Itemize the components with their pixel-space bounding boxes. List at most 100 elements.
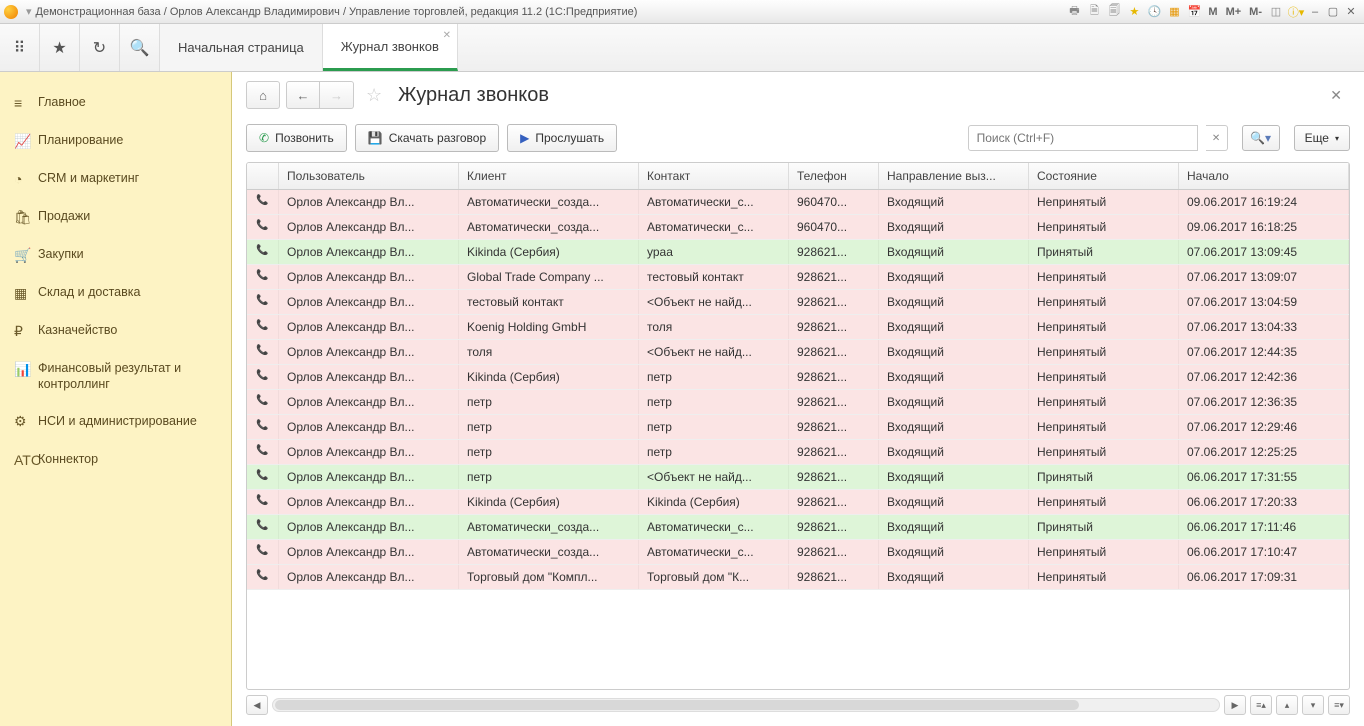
back-button[interactable]: ← [286,81,320,109]
col-start[interactable]: Начало [1179,163,1349,189]
panel-icon[interactable]: ◫ [1268,4,1284,20]
print-icon[interactable]: 🖶 [1066,4,1082,20]
table-row[interactable]: 📞Орлов Александр Вл...Kikinda (Сербия)Ki… [247,490,1349,515]
tab-call-log[interactable]: Журнал звонков ✕ [323,24,458,71]
close-page-button[interactable]: ✕ [1322,83,1350,108]
table-row[interactable]: 📞Орлов Александр Вл...петрпетр928621...В… [247,440,1349,465]
table-row[interactable]: 📞Орлов Александр Вл...Kikinda (Сербия)ур… [247,240,1349,265]
table-row[interactable]: 📞Орлов Александр Вл...толя<Объект не най… [247,340,1349,365]
col-user[interactable]: Пользователь [279,163,459,189]
lookup-button[interactable]: 🔍▾ [1242,125,1280,151]
table-footer: ◀ ▶ ≡▴ ▴ ▾ ≡▾ [246,694,1350,716]
cell-client: Автоматически_созда... [459,515,639,539]
sidebar-item-8[interactable]: ⚙НСИ и администрирование [0,403,231,441]
col-contact[interactable]: Контакт [639,163,789,189]
table-body[interactable]: 📞Орлов Александр Вл...Автоматически_созд… [247,190,1349,689]
cell-start: 07.06.2017 12:44:35 [1179,340,1349,364]
sidebar-item-5[interactable]: ▦Склад и доставка [0,274,231,312]
copy-icon[interactable]: 🗐 [1106,4,1122,20]
clock-icon[interactable]: 🕓 [1146,4,1162,20]
sidebar-item-2[interactable]: ◔CRM и маркетинг [0,160,231,198]
table-row[interactable]: 📞Орлов Александр Вл...Автоматически_созд… [247,190,1349,215]
search-input[interactable] [968,125,1198,151]
button-label: Скачать разговор [389,131,486,145]
scroll-right-button[interactable]: ▶ [1224,695,1246,715]
table-row[interactable]: 📞Орлов Александр Вл...Автоматически_созд… [247,215,1349,240]
download-button[interactable]: 💾 Скачать разговор [355,124,499,152]
cell-state: Принятый [1029,240,1179,264]
table-row[interactable]: 📞Орлов Александр Вл...Global Trade Compa… [247,265,1349,290]
more-button[interactable]: Еще ▾ [1294,125,1350,151]
scroll-top-button[interactable]: ≡▴ [1250,695,1272,715]
maximize-button[interactable]: ▢ [1324,5,1342,18]
favorite-icon[interactable]: ★ [40,24,80,71]
table-row[interactable]: 📞Орлов Александр Вл...петрпетр928621...В… [247,415,1349,440]
phone-icon: ✆ [259,131,269,145]
table-row[interactable]: 📞Орлов Александр Вл...тестовый контакт<О… [247,290,1349,315]
table-row[interactable]: 📞Орлов Александр Вл...Торговый дом "Комп… [247,565,1349,590]
sidebar-label: Финансовый результат и контроллинг [38,360,217,393]
cell-state: Непринятый [1029,315,1179,339]
mem-m[interactable]: M [1204,6,1221,18]
cell-state: Непринятый [1029,365,1179,389]
sidebar-item-7[interactable]: 📊Финансовый результат и контроллинг [0,350,231,403]
col-icon[interactable] [247,163,279,189]
table-row[interactable]: 📞Орлов Александр Вл...Kikinda (Сербия)пе… [247,365,1349,390]
sidebar-label: CRM и маркетинг [38,170,139,186]
col-direction[interactable]: Направление выз... [879,163,1029,189]
cell-start: 07.06.2017 13:09:45 [1179,240,1349,264]
search-clear-button[interactable]: ✕ [1206,125,1228,151]
search-field[interactable] [977,131,1189,145]
sidebar-item-0[interactable]: ≡Главное [0,84,231,122]
cell-user: Орлов Александр Вл... [279,340,459,364]
hscrollbar[interactable] [272,698,1220,712]
call-button[interactable]: ✆ Позвонить [246,124,347,152]
table-row[interactable]: 📞Орлов Александр Вл...Автоматически_созд… [247,515,1349,540]
doc-icon[interactable]: 🗎 [1086,4,1102,20]
scroll-up-button[interactable]: ▴ [1276,695,1298,715]
dropdown-icon[interactable]: ▾ [26,5,32,18]
cell-contact: Автоматически_с... [639,215,789,239]
calendar-icon[interactable]: 📅 [1186,4,1202,20]
col-phone[interactable]: Телефон [789,163,879,189]
sidebar-label: Главное [38,94,86,110]
minimize-button[interactable]: – [1306,6,1324,18]
scroll-left-button[interactable]: ◀ [246,695,268,715]
sidebar-item-9[interactable]: ATCКоннектор [0,441,231,479]
sidebar-item-6[interactable]: ₽Казначейство [0,312,231,350]
tab-home[interactable]: Начальная страница [160,24,323,71]
home-button[interactable]: ⌂ [246,81,280,109]
cell-client: Автоматически_созда... [459,215,639,239]
table-row[interactable]: 📞Орлов Александр Вл...петр<Объект не най… [247,465,1349,490]
table-row[interactable]: 📞Орлов Александр Вл...петрпетр928621...В… [247,390,1349,415]
sidebar-item-1[interactable]: 📈Планирование [0,122,231,160]
star-icon[interactable]: ★ [1126,4,1142,20]
cell-phone: 928621... [789,415,879,439]
cell-contact: Торговый дом "К... [639,565,789,589]
close-button[interactable]: ✕ [1342,5,1360,18]
search-icon[interactable]: 🔍 [120,24,160,71]
cell-contact: Kikinda (Сербия) [639,490,789,514]
scroll-down-button[interactable]: ▾ [1302,695,1324,715]
sidebar-item-4[interactable]: 🛒Закупки [0,236,231,274]
listen-button[interactable]: ▶ Прослушать [507,124,617,152]
close-icon[interactable]: ✕ [443,30,451,41]
mem-mminus[interactable]: M- [1245,6,1266,18]
sidebar-item-3[interactable]: 🛍Продажи [0,198,231,236]
cell-client: петр [459,465,639,489]
table-row[interactable]: 📞Орлов Александр Вл...Koenig Holding Gmb… [247,315,1349,340]
col-state[interactable]: Состояние [1029,163,1179,189]
scroll-bottom-button[interactable]: ≡▾ [1328,695,1350,715]
mem-mplus[interactable]: M+ [1222,6,1246,18]
calc-icon[interactable]: ▦ [1166,4,1182,20]
col-client[interactable]: Клиент [459,163,639,189]
history-icon[interactable]: ↻ [80,24,120,71]
forward-button[interactable]: → [320,81,354,109]
cell-phone: 928621... [789,515,879,539]
table-row[interactable]: 📞Орлов Александр Вл...Автоматически_созд… [247,540,1349,565]
favorite-star-icon[interactable]: ☆ [366,85,386,106]
apps-icon[interactable]: ⠿ [0,24,40,71]
cell-direction: Входящий [879,190,1029,214]
cell-state: Непринятый [1029,340,1179,364]
info-icon[interactable]: ⓘ▾ [1288,4,1304,20]
